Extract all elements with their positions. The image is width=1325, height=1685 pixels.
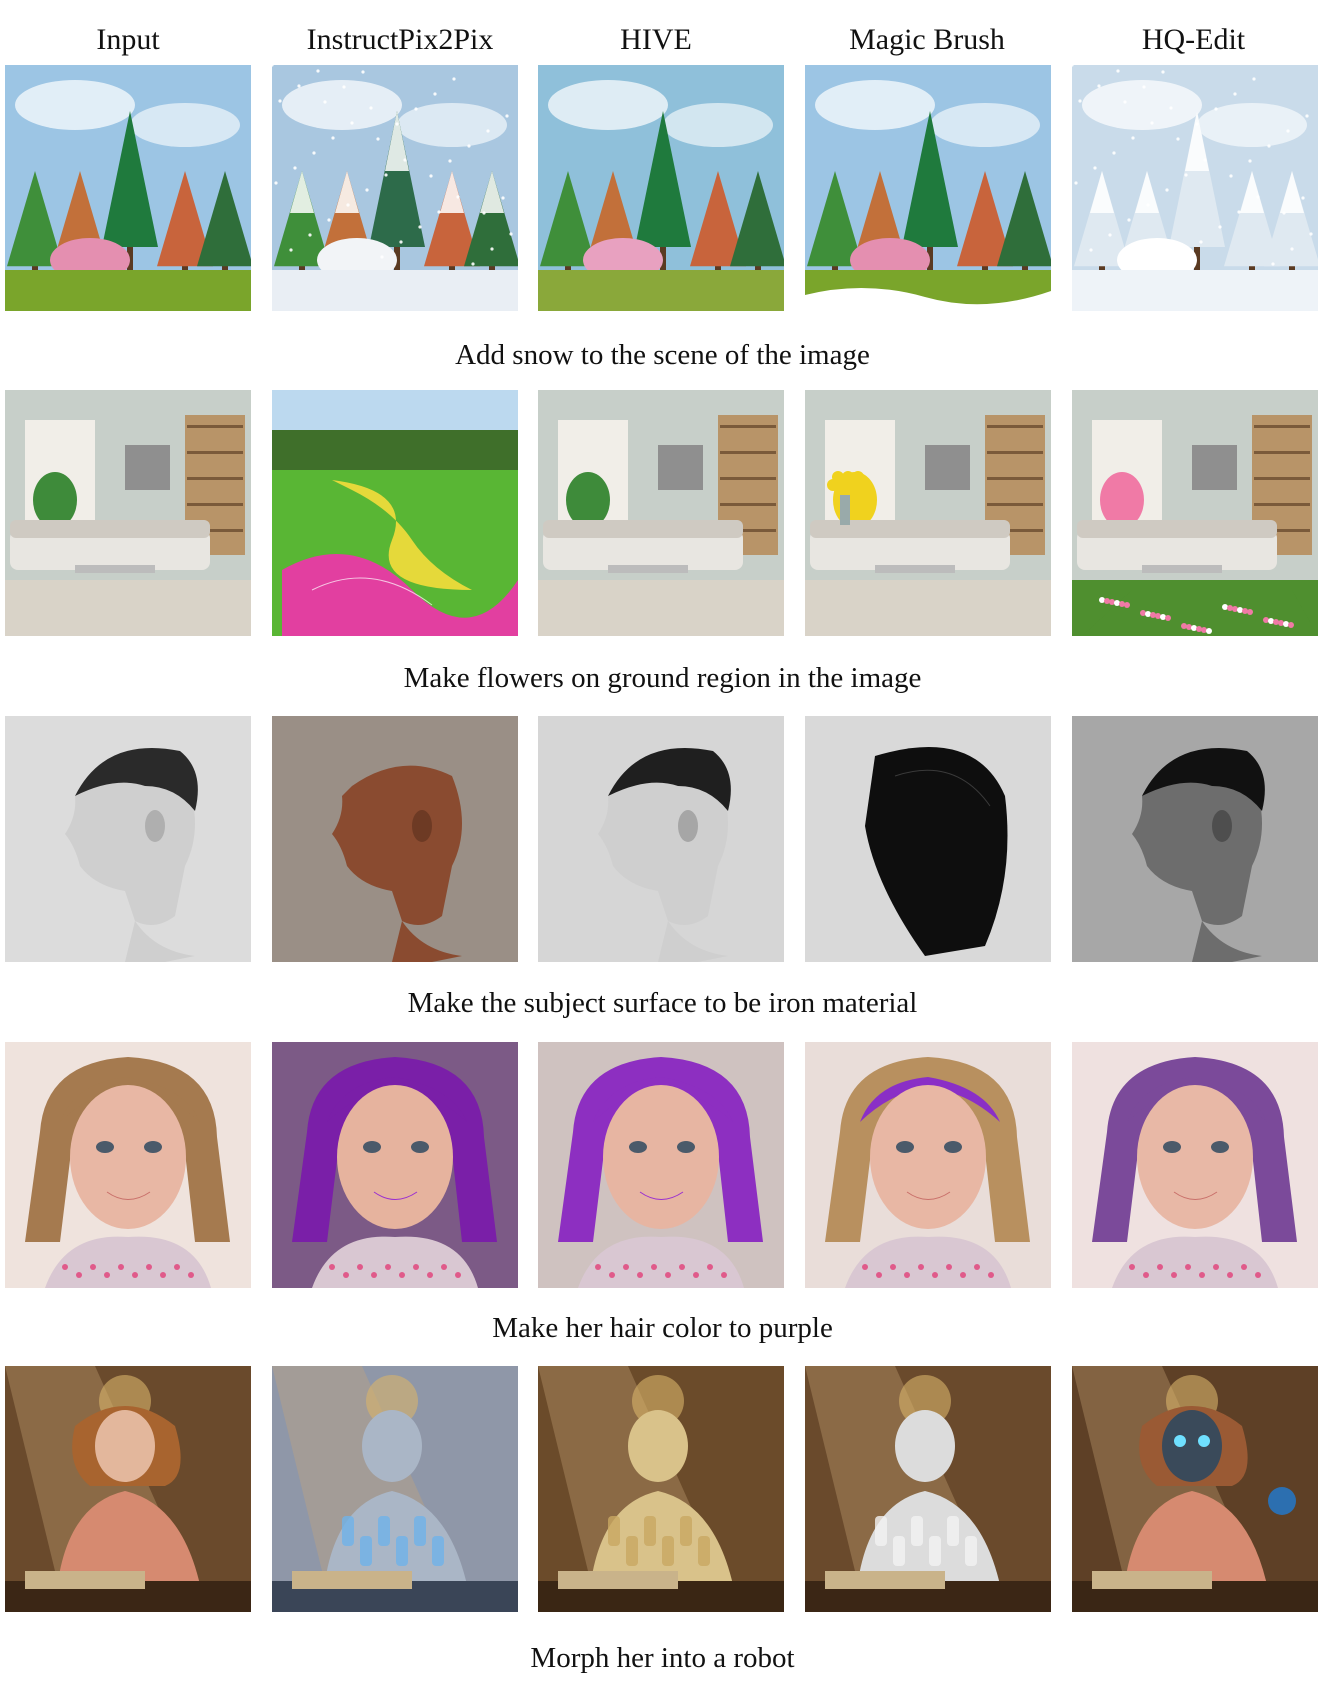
tile-illustration	[538, 716, 784, 962]
figure: Input InstructPix2Pix HIVE Magic Brush H…	[0, 0, 1325, 1685]
tile-illustration	[5, 1042, 251, 1288]
image-tile	[538, 716, 784, 962]
tile-illustration	[538, 1366, 784, 1612]
tile-illustration	[5, 1366, 251, 1612]
image-tile	[5, 390, 251, 636]
tile-illustration	[272, 716, 518, 962]
tile-illustration	[1072, 1042, 1318, 1288]
image-tile	[538, 65, 784, 311]
row-caption: Make flowers on ground region in the ima…	[403, 662, 922, 694]
image-tile	[272, 1042, 518, 1288]
tile-illustration	[805, 390, 1051, 636]
column-header-magic-brush: Magic Brush	[849, 23, 1005, 56]
row-caption: Make the subject surface to be iron mate…	[407, 987, 918, 1019]
image-tile	[5, 1366, 251, 1612]
tile-illustration	[5, 716, 251, 962]
tile-illustration	[805, 1366, 1051, 1612]
tile-illustration	[805, 716, 1051, 962]
column-header-input: Input	[96, 23, 160, 56]
image-tile	[5, 1042, 251, 1288]
tile-illustration	[272, 1366, 518, 1612]
image-tile	[1072, 716, 1318, 962]
image-tile	[805, 65, 1051, 311]
tile-illustration	[5, 390, 251, 636]
image-tile	[805, 1366, 1051, 1612]
image-tile	[538, 1042, 784, 1288]
tile-illustration	[1072, 716, 1318, 962]
tile-illustration	[805, 1042, 1051, 1288]
image-tile	[1072, 1366, 1318, 1612]
tile-illustration	[272, 1042, 518, 1288]
tile-illustration	[538, 65, 784, 311]
image-tile	[1072, 390, 1318, 636]
image-tile	[1072, 65, 1318, 311]
tile-illustration	[5, 65, 251, 311]
image-tile	[272, 1366, 518, 1612]
tile-illustration	[272, 390, 518, 636]
tile-illustration	[805, 65, 1051, 311]
tile-illustration	[272, 65, 518, 311]
tile-illustration	[1072, 1366, 1318, 1612]
image-tile	[805, 1042, 1051, 1288]
row-caption: Add snow to the scene of the image	[455, 339, 870, 371]
image-tile	[805, 716, 1051, 962]
image-tile	[805, 390, 1051, 636]
row-caption: Morph her into a robot	[530, 1642, 795, 1674]
tile-illustration	[538, 1042, 784, 1288]
image-tile	[538, 1366, 784, 1612]
tile-illustration	[1072, 390, 1318, 636]
image-tile	[272, 390, 518, 636]
column-header-hive: HIVE	[620, 23, 692, 56]
tile-illustration	[538, 390, 784, 636]
column-header-hq-edit: HQ-Edit	[1141, 23, 1246, 56]
image-tile	[538, 390, 784, 636]
image-tile	[272, 65, 518, 311]
image-tile	[5, 65, 251, 311]
image-tile	[1072, 1042, 1318, 1288]
tile-illustration	[1072, 65, 1318, 311]
image-tile	[272, 716, 518, 962]
row-caption: Make her hair color to purple	[492, 1312, 833, 1344]
image-tile	[5, 716, 251, 962]
column-header-instructpix2pix: InstructPix2Pix	[306, 23, 494, 56]
